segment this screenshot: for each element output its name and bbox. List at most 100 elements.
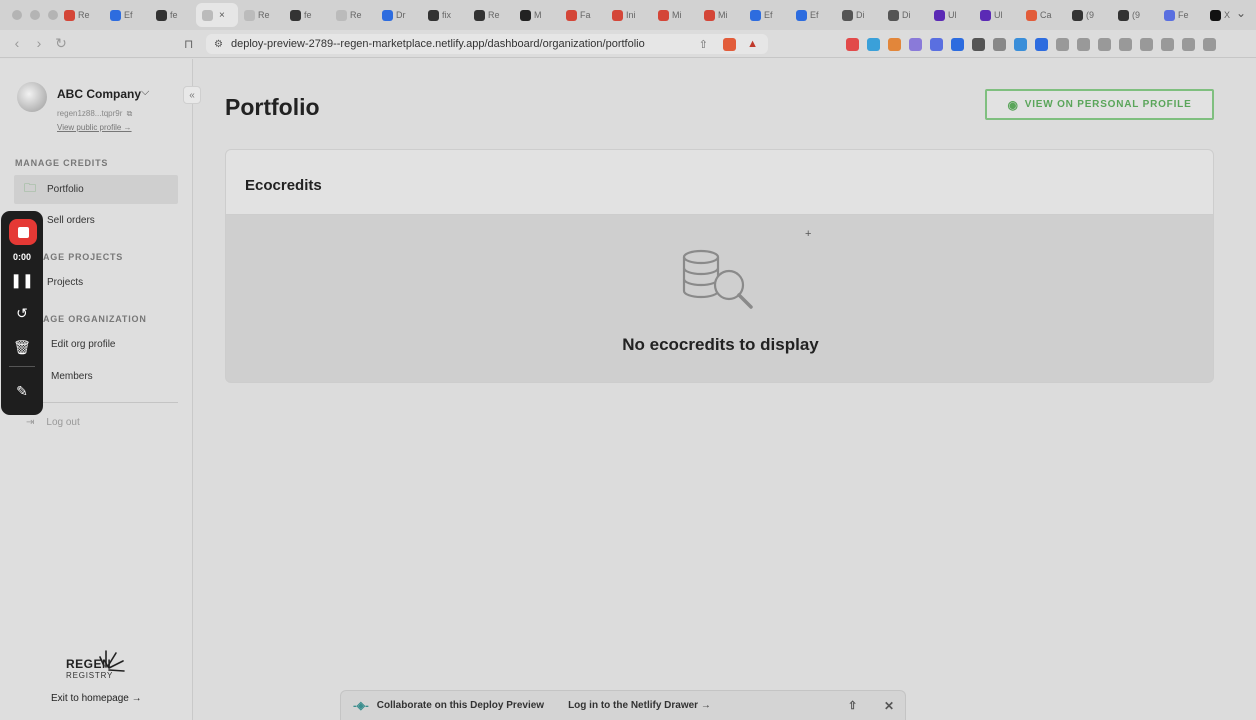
browser-tab[interactable]: Fa [560,3,606,27]
browser-tab[interactable]: Lo [1250,3,1256,27]
extension-icon[interactable] [993,38,1006,51]
maximize-window-button[interactable] [48,10,58,20]
extension-icon[interactable] [846,38,859,51]
netlify-login-link[interactable]: Log in to the Netlify Drawer → [568,700,711,711]
extension-icon[interactable] [888,38,901,51]
browser-tab[interactable]: Re [330,3,376,27]
extension-icon[interactable] [1098,38,1111,51]
browser-tab[interactable]: Mi [652,3,698,27]
tab-favicon-icon [980,9,991,21]
restart-icon[interactable]: ↺ [1,305,43,322]
browser-tab[interactable]: Ini [606,3,652,27]
brave-rewards-icon[interactable]: ▲ [747,38,758,50]
pause-icon[interactable]: ❚❚ [1,272,43,289]
logout-button[interactable]: ⇥ Log out [26,417,80,428]
tab-overflow-chevron-icon[interactable]: ⌄ [1236,6,1246,20]
browser-tab[interactable]: Di [836,3,882,27]
tab-label: Re [258,10,270,20]
browser-tab[interactable]: Ef [790,3,836,27]
extension-icon[interactable] [1035,38,1048,51]
forward-arrow-icon[interactable]: › [28,35,50,52]
minimize-window-button[interactable] [30,10,40,20]
back-arrow-icon[interactable]: ‹ [6,35,28,52]
org-name[interactable]: ABC Company [57,87,141,101]
share-icon[interactable]: ⇧ [699,38,708,51]
tab-label: Ef [810,10,819,20]
card-header: Ecocredits [226,150,1213,215]
browser-tab[interactable]: Ef [104,3,150,27]
browser-tab[interactable]: Mi [698,3,744,27]
exit-to-homepage-link[interactable]: Exit to homepage → [51,693,142,704]
tab-favicon-icon [750,9,761,21]
tab-favicon-icon [290,9,301,21]
browser-tab[interactable]: (9 [1066,3,1112,27]
stop-recording-button[interactable] [9,219,37,245]
site-settings-icon[interactable]: ⚙ [214,39,223,50]
browser-tab[interactable]: Ul [928,3,974,27]
tab-label: M [534,10,542,20]
browser-tab[interactable]: fe [150,3,196,27]
tab-label: (9 [1086,10,1095,20]
bookmark-icon[interactable]: ⊓ [184,37,206,51]
url-bar[interactable]: ⚙ deploy-preview-2789--regen-marketplace… [206,34,768,54]
tab-favicon-icon [156,9,167,21]
extension-icon[interactable] [1140,38,1153,51]
tab-favicon-icon [202,9,213,21]
tab-favicon-icon [566,9,577,21]
tab-favicon-icon [1118,9,1129,21]
browser-tab[interactable]: Dr [376,3,422,27]
pen-icon[interactable]: ✎ [1,383,43,400]
sidebar-item-label: Portfolio [47,184,84,195]
extension-icon[interactable] [1014,38,1027,51]
close-window-button[interactable] [12,10,22,20]
browser-tab[interactable]: M [514,3,560,27]
org-wallet-address: regen1z88...tqpr9r ⧉ [57,109,132,119]
tab-label: Mi [672,10,682,20]
netlify-share-icon[interactable]: ⇧ [848,699,857,712]
extension-icon[interactable] [867,38,880,51]
browser-tab[interactable]: Ul [974,3,1020,27]
extension-icon[interactable] [1077,38,1090,51]
sidebar-item-portfolio[interactable]: 🗀 Portfolio [14,175,178,204]
extension-icon[interactable] [909,38,922,51]
reload-icon[interactable]: ↻ [50,35,72,52]
chevron-down-icon[interactable]: ⌵ [141,86,149,99]
regen-registry-logo[interactable]: REGEN REGISTRY [66,650,136,689]
recording-timer: 0:00 [12,252,31,262]
browser-tab-active[interactable]: × [196,3,238,27]
tab-favicon-icon [64,9,75,21]
browser-tab[interactable]: fe [284,3,330,27]
browser-tab[interactable]: Di [882,3,928,27]
browser-tab[interactable]: Ef [744,3,790,27]
copy-icon[interactable]: ⧉ [127,109,133,118]
tab-favicon-icon [1026,9,1037,21]
browser-tab[interactable]: Re [58,3,104,27]
brave-shield-icon[interactable] [723,37,736,51]
collapse-sidebar-icon[interactable]: « [183,86,201,104]
extension-icon[interactable] [972,38,985,51]
trash-icon[interactable]: 🗑 [1,339,43,356]
view-public-profile-link[interactable]: View public profile → [57,123,132,132]
tab-favicon-icon [520,9,531,21]
collaborate-link[interactable]: Collaborate on this Deploy Preview [377,700,544,711]
extension-icon[interactable] [930,38,943,51]
tab-label: Ini [626,10,636,20]
tab-label: Mi [718,10,728,20]
browser-tab[interactable]: Ca [1020,3,1066,27]
extension-icon[interactable] [1182,38,1195,51]
tab-favicon-icon [428,9,439,21]
browser-tab[interactable]: (9 [1112,3,1158,27]
close-icon[interactable]: ✕ [884,699,894,713]
extension-icon[interactable] [1056,38,1069,51]
view-on-personal-profile-button[interactable]: ◉ VIEW ON PERSONAL PROFILE [985,89,1214,120]
extension-icon[interactable] [1119,38,1132,51]
extension-icon[interactable] [1203,38,1216,51]
extension-icon[interactable] [1161,38,1174,51]
extension-icon[interactable] [951,38,964,51]
browser-tab[interactable]: Fe [1158,3,1204,27]
close-tab-icon[interactable]: × [219,10,225,21]
tab-label: Ef [764,10,773,20]
browser-tab[interactable]: Re [238,3,284,27]
browser-tab[interactable]: fix [422,3,468,27]
browser-tab[interactable]: Re [468,3,514,27]
